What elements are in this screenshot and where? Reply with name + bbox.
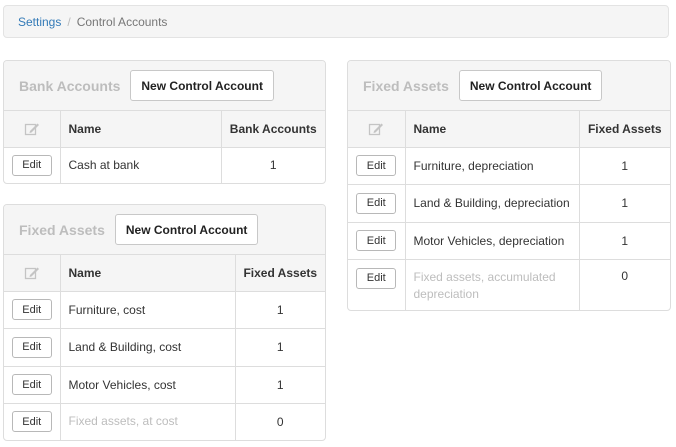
table-row: Edit Fixed assets, at cost 0 bbox=[4, 403, 325, 440]
account-name: Furniture, cost bbox=[60, 291, 236, 329]
name-column-header[interactable]: Name bbox=[60, 255, 236, 292]
edit-button[interactable]: Edit bbox=[356, 192, 397, 214]
panel-title: Fixed Assets bbox=[363, 77, 449, 94]
account-name: Furniture, depreciation bbox=[405, 147, 580, 185]
account-name: Land & Building, cost bbox=[60, 328, 236, 367]
breadcrumb-separator: / bbox=[67, 14, 71, 29]
panel-heading: Fixed Assets New Control Account bbox=[348, 61, 670, 111]
account-name: Land & Building, depreciation bbox=[405, 184, 580, 223]
account-name: Motor Vehicles, cost bbox=[60, 366, 236, 404]
table-row: Edit Motor Vehicles, cost 1 bbox=[4, 366, 325, 404]
account-count: 1 bbox=[269, 158, 277, 173]
table-row: Edit Furniture, depreciation 1 bbox=[348, 147, 670, 185]
account-name: Cash at bank bbox=[60, 147, 222, 183]
account-count: 1 bbox=[235, 328, 325, 367]
fixed-assets-cost-table: Name Fixed Assets Edit Furniture, cost 1… bbox=[4, 255, 325, 440]
new-control-account-button[interactable]: New Control Account bbox=[130, 70, 274, 101]
panel-heading: Fixed Assets New Control Account bbox=[4, 205, 325, 255]
new-control-account-button[interactable]: New Control Account bbox=[114, 214, 259, 245]
table-header-row: Name Fixed Assets bbox=[348, 111, 670, 148]
account-count: 1 bbox=[579, 222, 670, 260]
table-header-row: Name Bank Accounts bbox=[4, 111, 325, 148]
breadcrumb-current: Control Accounts bbox=[76, 14, 168, 29]
fixed-assets-depreciation-panel: Fixed Assets New Control Account Name Fi… bbox=[347, 60, 671, 311]
table-row: Edit Furniture, cost 1 bbox=[4, 291, 325, 329]
edit-button[interactable]: Edit bbox=[11, 154, 52, 176]
panel-title: Fixed Assets bbox=[19, 221, 105, 238]
table-row: Edit Motor Vehicles, depreciation 1 bbox=[348, 222, 670, 260]
count-column-header[interactable]: Fixed Assets bbox=[579, 111, 670, 148]
table-header-row: Name Fixed Assets bbox=[4, 255, 325, 292]
fixed-assets-depreciation-table: Name Fixed Assets Edit Furniture, deprec… bbox=[348, 111, 670, 310]
new-control-account-button[interactable]: New Control Account bbox=[458, 70, 603, 101]
edit-button[interactable]: Edit bbox=[356, 155, 397, 176]
edit-icon bbox=[24, 123, 39, 135]
bank-accounts-table: Name Bank Accounts Edit Cash at bank 1 bbox=[4, 111, 325, 183]
table-row: Edit Fixed assets, accumulated depreciat… bbox=[348, 259, 670, 310]
edit-button[interactable]: Edit bbox=[11, 299, 52, 320]
breadcrumb: Settings / Control Accounts bbox=[3, 5, 669, 38]
table-row: Edit Land & Building, depreciation 1 bbox=[348, 184, 670, 223]
edit-button[interactable]: Edit bbox=[11, 336, 52, 358]
edit-column-header bbox=[4, 255, 61, 292]
edit-icon bbox=[24, 267, 39, 279]
edit-button[interactable]: Edit bbox=[11, 411, 52, 433]
account-name: Fixed assets, accumulated depreciation bbox=[405, 259, 580, 310]
fixed-assets-cost-panel: Fixed Assets New Control Account Name Fi… bbox=[3, 204, 326, 441]
panel-heading: Bank Accounts New Control Account bbox=[4, 61, 325, 111]
account-name: Motor Vehicles, depreciation bbox=[405, 222, 580, 260]
edit-icon bbox=[369, 123, 384, 135]
count-column-header[interactable]: Fixed Assets bbox=[235, 255, 325, 292]
table-row: Edit Land & Building, cost 1 bbox=[4, 328, 325, 367]
account-name: Fixed assets, at cost bbox=[60, 403, 236, 440]
edit-column-header bbox=[348, 111, 406, 148]
name-column-header[interactable]: Name bbox=[405, 111, 580, 148]
account-count: 1 bbox=[235, 366, 325, 404]
edit-column-header bbox=[4, 111, 61, 148]
account-count: 1 bbox=[235, 291, 325, 329]
account-count: 0 bbox=[621, 268, 629, 283]
account-count: 1 bbox=[579, 184, 670, 223]
edit-button[interactable]: Edit bbox=[356, 230, 397, 251]
edit-button[interactable]: Edit bbox=[11, 374, 52, 395]
edit-button[interactable]: Edit bbox=[356, 267, 397, 289]
table-row: Edit Cash at bank 1 bbox=[4, 147, 325, 183]
name-column-header[interactable]: Name bbox=[60, 111, 222, 148]
account-count: 0 bbox=[276, 414, 284, 429]
account-count: 1 bbox=[579, 147, 670, 185]
bank-accounts-panel: Bank Accounts New Control Account Name B… bbox=[3, 60, 326, 184]
breadcrumb-settings-link[interactable]: Settings bbox=[18, 15, 61, 29]
count-column-header[interactable]: Bank Accounts bbox=[221, 111, 325, 148]
panel-title: Bank Accounts bbox=[19, 77, 121, 94]
